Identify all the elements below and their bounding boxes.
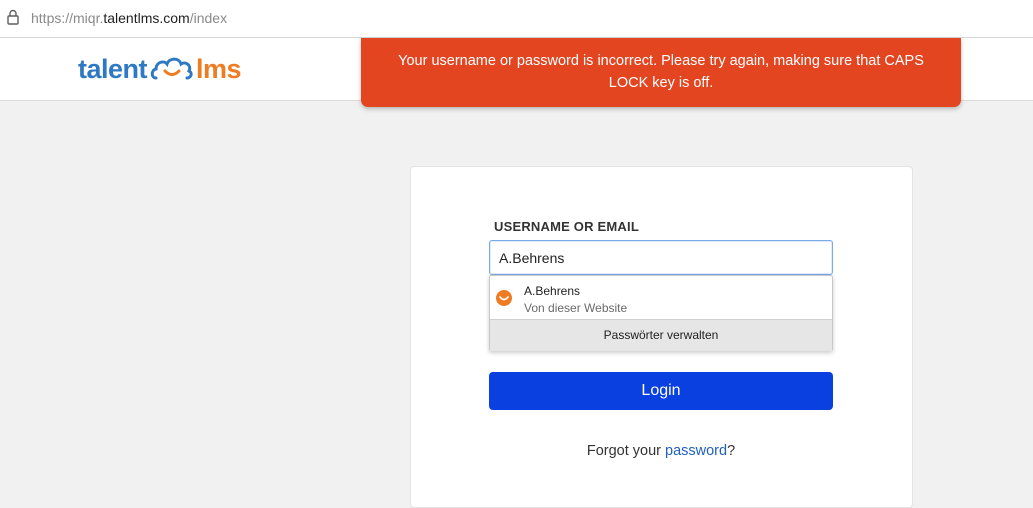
autofill-dropdown: A.Behrens Von dieser Website Passwörter … bbox=[489, 275, 833, 351]
username-label: USERNAME OR EMAIL bbox=[494, 219, 639, 234]
site-favicon-icon bbox=[496, 290, 512, 306]
username-input[interactable] bbox=[489, 240, 833, 275]
autofill-username: A.Behrens bbox=[524, 284, 581, 298]
lock-icon bbox=[7, 9, 19, 25]
url-prefix: https://miqr. bbox=[31, 10, 104, 26]
logo-text-lms: lms bbox=[196, 53, 242, 84]
talentlms-logo[interactable]: talent lms bbox=[78, 53, 242, 84]
error-toast[interactable]: Your username or password is incorrect. … bbox=[361, 38, 961, 107]
manage-passwords-button[interactable]: Passwörter verwalten bbox=[490, 319, 832, 351]
login-button[interactable]: Login bbox=[489, 372, 833, 410]
forgot-suffix: ? bbox=[727, 443, 736, 459]
url-text[interactable]: https://miqr.talentlms.com/index bbox=[31, 10, 227, 26]
browser-address-bar[interactable]: https://miqr.talentlms.com/index bbox=[0, 0, 1033, 38]
forgot-prefix: Forgot your bbox=[586, 443, 666, 459]
url-path: /index bbox=[189, 10, 228, 26]
logo-text-talent: talent bbox=[78, 53, 148, 84]
autofill-suggestion[interactable]: A.Behrens Von dieser Website bbox=[490, 276, 832, 319]
url-host: talentlms.com bbox=[103, 10, 190, 26]
cloud-smile-icon bbox=[150, 57, 193, 80]
forgot-password-text: Forgot your password? bbox=[489, 443, 833, 459]
forgot-password-link[interactable]: password bbox=[665, 443, 727, 459]
autofill-source: Von dieser Website bbox=[524, 301, 628, 315]
